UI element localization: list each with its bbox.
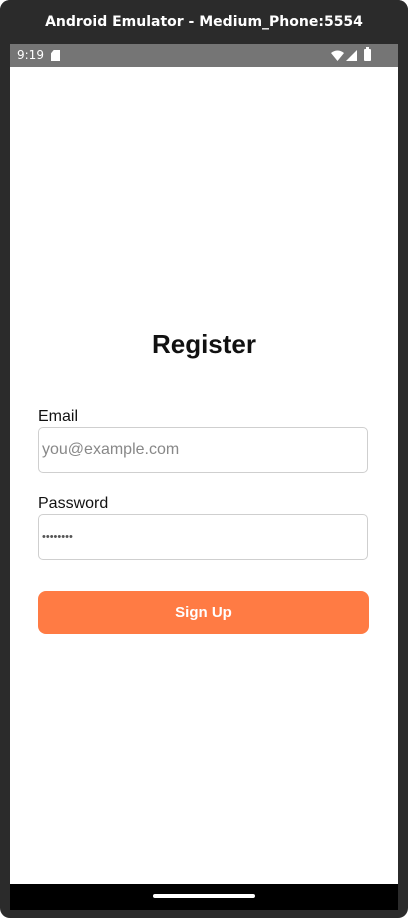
emulator-window: Android Emulator - Medium_Phone:5554 9:1… [0,0,408,918]
wifi-icon [331,50,344,61]
status-time: 9:19 [17,48,44,62]
password-field[interactable]: •••••••• [38,514,368,560]
device-screen: 9:19 Register Email Password •••••••• Si… [10,44,398,910]
window-titlebar: Android Emulator - Medium_Phone:5554 [0,0,408,44]
signal-icon [346,50,357,61]
password-value: •••••••• [42,531,73,543]
sign-up-button[interactable]: Sign Up [38,591,369,634]
page-title: Register [151,329,257,359]
navigation-bar [10,884,398,910]
sd-card-icon [51,50,60,61]
window-title: Android Emulator - Medium_Phone:5554 [45,14,363,30]
home-gesture-handle[interactable] [153,894,255,898]
password-label: Password [38,495,109,512]
email-label: Email [38,408,79,425]
battery-icon [364,47,371,61]
sign-up-button-label: Sign Up [175,604,232,621]
email-field[interactable] [38,427,368,473]
status-bar: 9:19 [10,44,398,67]
